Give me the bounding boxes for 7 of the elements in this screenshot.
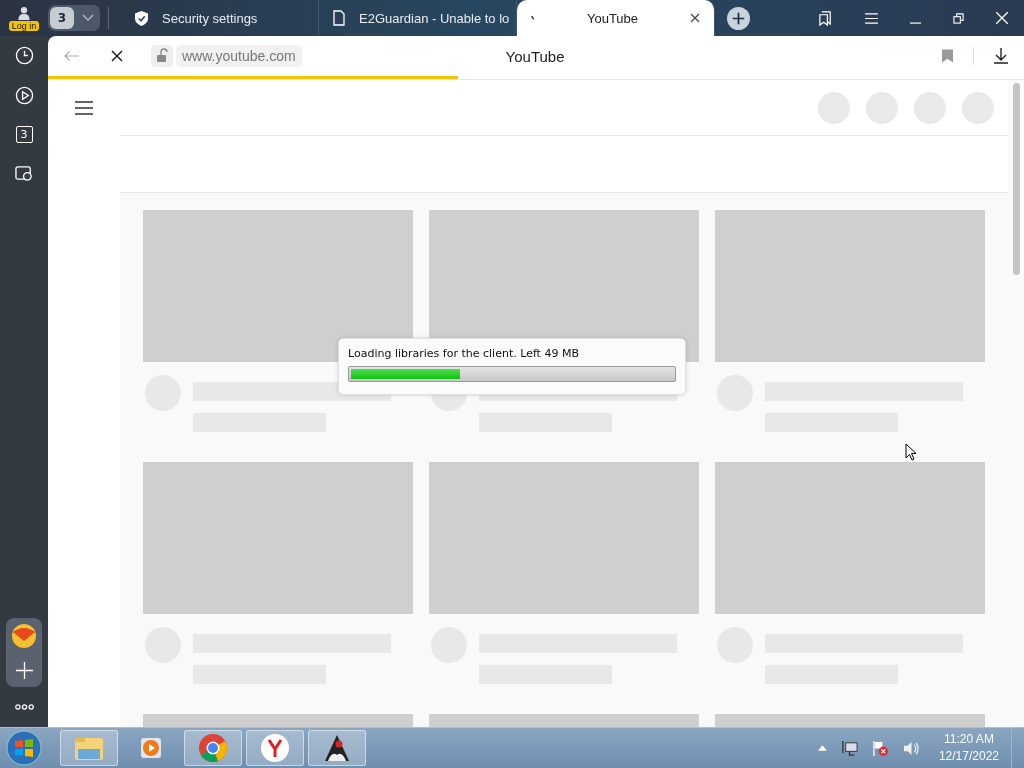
- login-label[interactable]: Log in: [8, 20, 40, 31]
- url-field[interactable]: www.youtube.com: [176, 45, 302, 67]
- tab-counter[interactable]: 3: [50, 7, 74, 29]
- loading-message: Loading libraries for the client. Left 49 MB: [348, 347, 580, 360]
- browser-tab[interactable]: YouTube: [517, 0, 715, 36]
- page-title: YouTube: [505, 47, 565, 65]
- tabs-count-button[interactable]: 3: [15, 126, 33, 143]
